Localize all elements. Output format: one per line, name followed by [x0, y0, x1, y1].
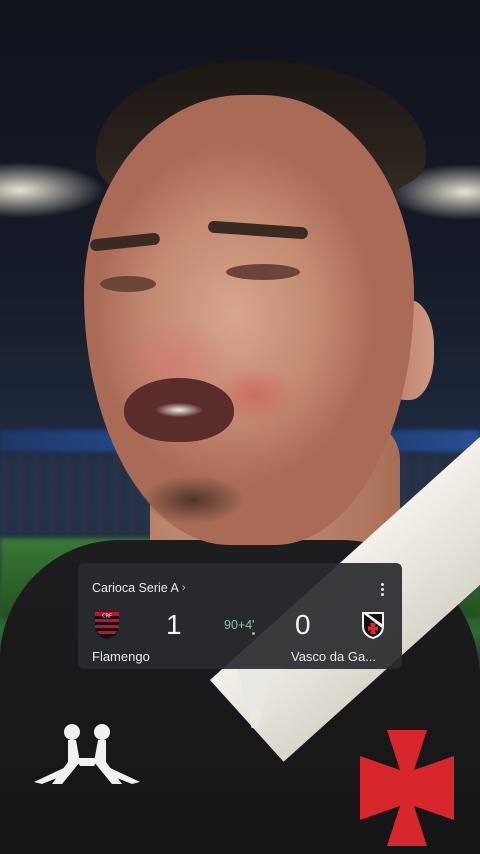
chevron-right-icon: › [181, 582, 186, 594]
left-eye [100, 276, 156, 292]
right-eye [226, 264, 300, 280]
home-team-name[interactable]: Flamengo [92, 649, 150, 664]
vasco-crest-icon [362, 612, 384, 639]
flamengo-crest-icon: CRF [95, 612, 119, 639]
competition-name: Carioca Serie A [92, 581, 179, 595]
score-card[interactable]: Carioca Serie A › CRF 1 90+4' 0 Flamengo… [78, 563, 402, 669]
kappa-logo-icon [34, 724, 140, 784]
competition-link[interactable]: Carioca Serie A › [92, 581, 186, 595]
player-beard [128, 470, 258, 530]
away-score: 0 [295, 609, 311, 640]
away-team-name[interactable]: Vasco da Ga... [291, 649, 376, 664]
more-vert-icon[interactable] [374, 579, 390, 599]
svg-text:CRF: CRF [102, 614, 112, 620]
match-time: 90+4' [224, 618, 255, 632]
background-photo [0, 0, 480, 854]
home-score: 1 [166, 609, 182, 640]
live-indicator [252, 632, 255, 635]
player-mouth [124, 378, 234, 442]
maltese-cross-icon [360, 730, 454, 846]
